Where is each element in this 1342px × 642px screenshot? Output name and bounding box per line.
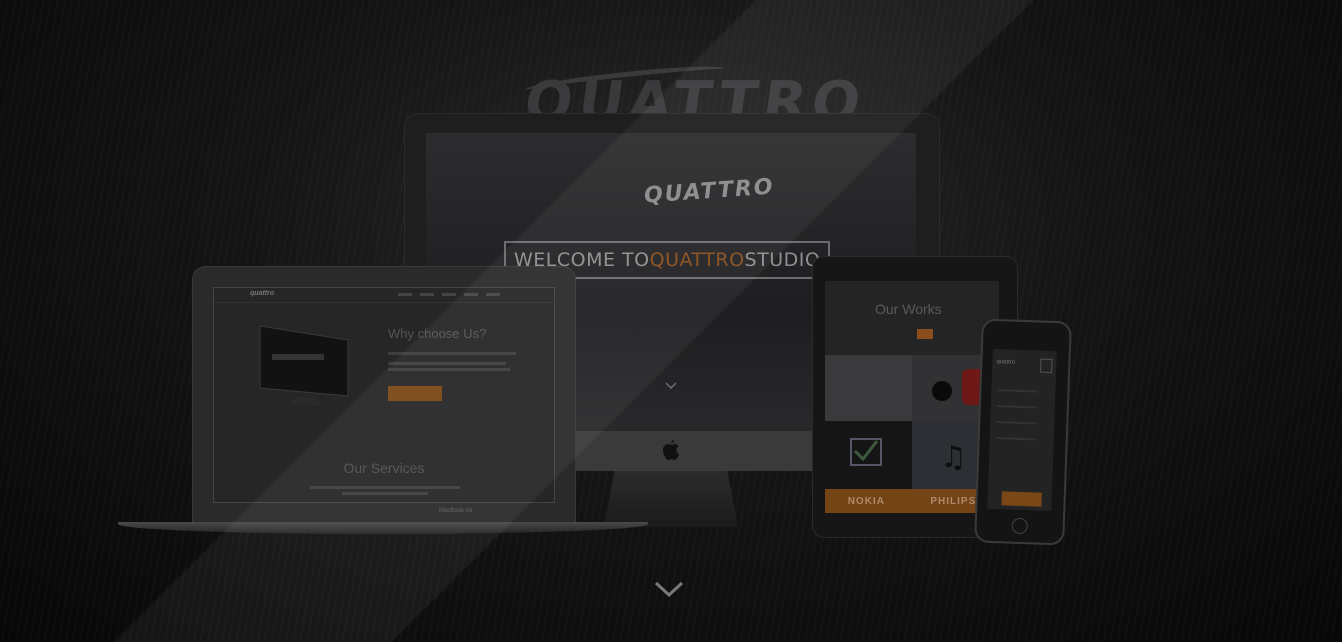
laptop-cta-button [388,386,442,401]
chevron-down-icon [654,581,684,598]
tablet-title: Our Works [875,301,942,317]
laptop-site-nav: quattro [214,288,554,303]
laptop-site-logo: quattro [250,290,275,297]
phone-screen: quattro [987,348,1057,512]
text-line [342,492,428,495]
welcome-accent: QUATTRO [649,249,745,271]
svg-text:♫: ♫ [940,440,967,475]
tablet-filter-active [917,329,933,339]
portfolio-tile [825,421,912,489]
laptop-screen: quattro Why choose Us? Our Services [213,287,555,503]
tablet-screen: Our Works ♫ NOKIA PHILIPS [825,281,999,513]
portfolio-tile [825,355,912,421]
menu-item [464,293,478,296]
text-line [388,352,516,355]
laptop-mockup: quattro Why choose Us? Our Services MacB… [118,266,648,538]
laptop-base [118,522,648,534]
laptop-model-label: MacBook Air [439,508,473,514]
tablet-brand-strip: NOKIA PHILIPS [825,489,999,513]
brand-nokia: NOKIA [847,495,885,507]
laptop-section-title: Our Services [343,460,425,476]
checkbox-icon [850,438,882,466]
menu-item [420,293,434,296]
text-line [996,405,1037,409]
phone-mockup: quattro [974,318,1072,546]
apple-icon [663,440,679,460]
text-line [995,437,1036,441]
hero-section: QUATTRO QUATTRO WELCOME TO QUATTRO STUDI… [0,0,1342,642]
mini-imac-illustration [259,325,349,406]
home-button-icon [1011,517,1028,535]
brand-philips: PHILIPS [930,495,977,507]
text-line [388,362,506,365]
text-line [388,368,510,371]
chevron-down-icon [665,382,677,390]
welcome-suffix: STUDIO [744,249,821,271]
phone-logo: quattro [996,359,1016,366]
imac-screen-logo: QUATTRO [643,174,776,209]
menu-item [442,293,456,296]
text-line [310,486,460,489]
laptop-heading: Why choose Us? [388,326,487,341]
menu-item [486,293,500,296]
text-line [996,421,1037,425]
text-line [997,389,1038,393]
menu-item [398,293,412,296]
hamburger-icon [1040,358,1053,373]
laptop-lid: quattro Why choose Us? Our Services MacB… [192,266,576,524]
laptop-site-menu [398,293,500,296]
phone-cta-button [1001,491,1042,507]
scroll-down-button[interactable] [651,576,687,604]
